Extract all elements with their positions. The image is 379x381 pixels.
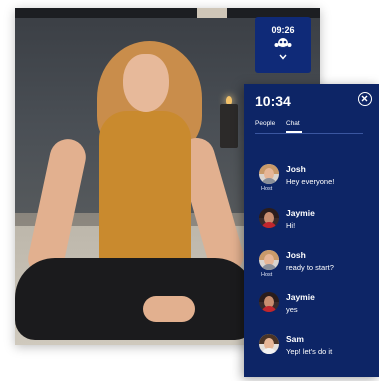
chat-panel: 10:34 People Chat Host Josh Hey everyone…	[244, 84, 379, 377]
message-text: ready to start?	[286, 263, 334, 272]
instructor-torso	[99, 111, 191, 271]
tab-chat[interactable]: Chat	[286, 120, 300, 127]
avatar	[259, 250, 279, 270]
avatar	[259, 334, 279, 354]
chat-message: Jaymie Hi!	[259, 208, 377, 242]
candle-shelf	[197, 8, 227, 18]
chevron-down-icon	[279, 54, 287, 60]
instructor-foot	[143, 296, 195, 322]
message-author: Jaymie	[286, 208, 315, 218]
people-icon	[274, 38, 292, 48]
session-timer-widget[interactable]: 09:26	[255, 17, 311, 73]
instructor-legs	[15, 258, 255, 340]
message-text: yes	[286, 305, 298, 314]
chat-message: Jaymie yes	[259, 292, 377, 326]
avatar	[259, 208, 279, 228]
message-author: Jaymie	[286, 292, 315, 302]
avatar	[259, 164, 279, 184]
candle	[220, 104, 238, 148]
chat-message: Sam Yep! let's do it	[259, 334, 377, 368]
message-text: Hey everyone!	[286, 177, 335, 186]
chat-message: Host Josh ready to start?	[259, 250, 377, 284]
message-text: Hi!	[286, 221, 296, 230]
host-badge: Host	[261, 272, 273, 278]
host-badge: Host	[261, 186, 273, 192]
tab-people[interactable]: People	[255, 120, 275, 127]
message-author: Josh	[286, 250, 306, 260]
session-timer-time: 09:26	[271, 25, 295, 35]
message-text: Yep! let's do it	[286, 347, 333, 356]
message-author: Sam	[286, 334, 304, 344]
tab-divider	[255, 133, 363, 134]
chat-panel-time: 10:34	[255, 93, 291, 109]
close-icon[interactable]	[358, 92, 372, 106]
message-author: Josh	[286, 164, 306, 174]
avatar	[259, 292, 279, 312]
chat-message: Host Josh Hey everyone!	[259, 164, 377, 198]
instructor-face	[123, 54, 169, 112]
